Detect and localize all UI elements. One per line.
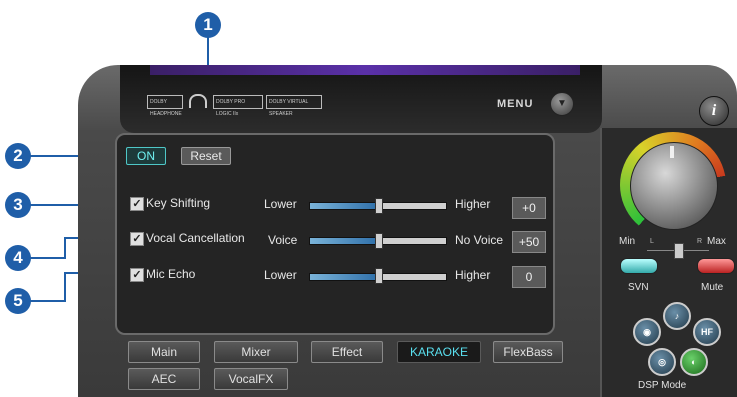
dsp-hifi-button[interactable]: HF bbox=[693, 318, 721, 346]
mic-echo-label: Mic Echo bbox=[146, 267, 196, 281]
mic-echo-slider-track bbox=[379, 273, 447, 281]
tab-karaoke[interactable]: KARAOKE bbox=[397, 341, 481, 363]
key-shifting-slider-thumb[interactable] bbox=[375, 198, 383, 214]
callout-1: 1 bbox=[195, 12, 221, 38]
dolby-pro-logic-logo: DOLBY PRO LOGIC IIx bbox=[213, 95, 263, 117]
headphone-icon bbox=[189, 94, 207, 108]
tab-vocalfx[interactable]: VocalFX bbox=[214, 368, 288, 390]
callout-5: 5 bbox=[5, 288, 31, 314]
vocal-cancellation-slider-track bbox=[379, 237, 447, 245]
theater-icon: ◉ bbox=[643, 327, 651, 337]
volume-knob-indicator bbox=[670, 146, 674, 158]
dolby-headphone-logo: DOLBY HEADPHONE bbox=[147, 95, 183, 117]
key-shifting-slider-track bbox=[379, 202, 447, 210]
svn-label: SVN bbox=[628, 282, 649, 293]
mic-echo-value: 0 bbox=[512, 266, 546, 288]
key-shifting-value: +0 bbox=[512, 197, 546, 219]
tab-main[interactable]: Main bbox=[128, 341, 200, 363]
movie-icon: ◐ bbox=[691, 357, 697, 367]
dsp-music-button[interactable]: ♪ bbox=[663, 302, 691, 330]
volume-max-label: Max bbox=[707, 236, 726, 247]
vocal-cancellation-checkbox[interactable]: ✓ bbox=[130, 232, 144, 246]
game-icon: ◎ bbox=[658, 357, 666, 367]
dsp-game-button[interactable]: ◎ bbox=[648, 348, 676, 376]
vocal-cancellation-label: Vocal Cancellation bbox=[146, 231, 245, 245]
vocal-cancellation-slider-thumb[interactable] bbox=[375, 233, 383, 249]
callout-3: 3 bbox=[5, 192, 31, 218]
mic-echo-slider-thumb[interactable] bbox=[375, 268, 383, 284]
chevron-down-icon: ▼ bbox=[557, 98, 567, 109]
tab-effect[interactable]: Effect bbox=[311, 341, 383, 363]
key-shifting-label: Key Shifting bbox=[146, 196, 211, 210]
vocal-cancellation-slider-fill bbox=[309, 237, 381, 245]
tab-mixer[interactable]: Mixer bbox=[214, 341, 298, 363]
vocal-cancellation-value: +50 bbox=[512, 231, 546, 253]
key-shifting-slider-fill bbox=[309, 202, 381, 210]
reset-button[interactable]: Reset bbox=[181, 147, 231, 165]
tab-flexbass[interactable]: FlexBass bbox=[493, 341, 563, 363]
callout-5-line-h1 bbox=[30, 300, 66, 302]
balance-right-label: R bbox=[697, 238, 703, 245]
svn-button[interactable] bbox=[620, 258, 658, 274]
balance-slider[interactable] bbox=[674, 243, 684, 259]
menu-label: MENU bbox=[497, 98, 534, 110]
dsp-theater-button[interactable]: ◉ bbox=[633, 318, 661, 346]
callout-4: 4 bbox=[5, 245, 31, 271]
info-button[interactable]: i bbox=[699, 96, 729, 126]
mic-echo-min-label: Lower bbox=[264, 268, 297, 282]
callout-4-line-h1 bbox=[30, 257, 66, 259]
mute-label: Mute bbox=[701, 282, 724, 293]
mic-echo-checkbox[interactable]: ✓ bbox=[130, 268, 144, 282]
mic-echo-max-label: Higher bbox=[455, 268, 491, 282]
callout-4-line-v bbox=[64, 237, 66, 259]
volume-min-label: Min bbox=[619, 236, 636, 247]
vocal-cancellation-max-label: No Voice bbox=[455, 233, 504, 247]
display-screen bbox=[150, 65, 580, 75]
callout-2: 2 bbox=[5, 143, 31, 169]
dsp-movie-button[interactable]: ◐ bbox=[680, 348, 708, 376]
key-shifting-min-label: Lower bbox=[264, 197, 297, 211]
music-note-icon: ♪ bbox=[674, 311, 680, 321]
tab-aec[interactable]: AEC bbox=[128, 368, 200, 390]
dolby-virtual-speaker-logo: DOLBY VIRTUAL SPEAKER bbox=[266, 95, 322, 117]
mic-echo-slider-fill bbox=[309, 273, 381, 281]
callout-5-line-v bbox=[64, 272, 66, 302]
key-shifting-checkbox[interactable]: ✓ bbox=[130, 197, 144, 211]
menu-button[interactable]: ▼ bbox=[550, 92, 574, 116]
balance-left-label: L bbox=[650, 238, 654, 245]
mute-button[interactable] bbox=[697, 258, 735, 274]
volume-knob[interactable] bbox=[630, 142, 718, 230]
key-shifting-max-label: Higher bbox=[455, 197, 491, 211]
dsp-mode-label: DSP Mode bbox=[638, 380, 687, 391]
vocal-cancellation-min-label: Voice bbox=[268, 233, 298, 247]
on-toggle-button[interactable]: ON bbox=[126, 147, 166, 165]
